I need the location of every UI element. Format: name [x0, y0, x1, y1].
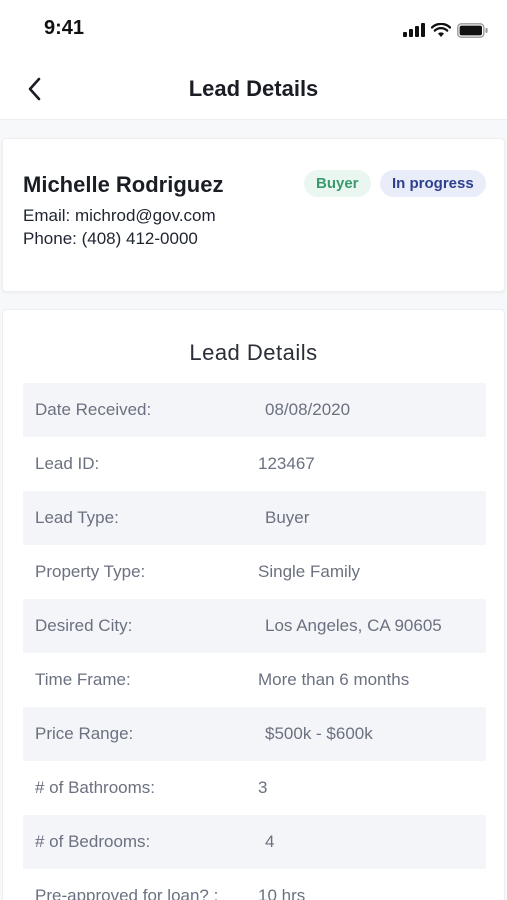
status-bar: 9:41 [0, 0, 507, 58]
detail-label: # of Bedrooms: [35, 832, 151, 851]
status-time: 9:41 [44, 17, 85, 39]
detail-label: Desired City: [35, 616, 133, 635]
lead-details-card: Lead Details Date Received: 08/08/2020 L… [2, 309, 505, 900]
detail-label: Lead ID: [35, 454, 100, 473]
lead-details-screen: 9:41 Lead Details Michelle Rodriguez Buy… [0, 0, 507, 900]
detail-row-lead-type: Lead Type: Buyer [23, 491, 486, 545]
status-icons [403, 20, 489, 40]
detail-label: Pre-approved for loan? : [35, 886, 219, 900]
detail-value: 10 hrs [258, 886, 306, 900]
detail-value: $500k - $600k [265, 724, 373, 743]
navigation-bar: Lead Details [0, 58, 507, 120]
detail-row-price-range: Price Range: $500k - $600k [23, 707, 486, 761]
page-title: Lead Details [188, 76, 319, 101]
detail-label: # of Bathrooms: [35, 778, 156, 797]
detail-value: Buyer [265, 508, 310, 527]
detail-label: Property Type: [35, 562, 146, 581]
detail-label: Lead Type: [35, 508, 119, 527]
detail-value: More than 6 months [258, 670, 410, 689]
wifi-icon [431, 22, 451, 38]
detail-row-bedrooms: # of Bedrooms: 4 [23, 815, 486, 869]
detail-value: Single Family [258, 562, 361, 581]
status-badge: In progress [380, 170, 486, 197]
battery-icon [457, 22, 489, 38]
detail-label: Price Range: [35, 724, 134, 743]
section-title: Lead Details [189, 340, 318, 365]
detail-row-bathrooms: # of Bathrooms: 3 [23, 761, 486, 815]
detail-value: Los Angeles, CA 90605 [265, 616, 442, 635]
detail-row-time-frame: Time Frame: More than 6 months [23, 653, 486, 707]
detail-row-property-type: Property Type: Single Family [23, 545, 486, 599]
contact-email[interactable]: Email: michrod@gov.com [23, 206, 216, 226]
contact-name: Michelle Rodriguez [23, 172, 224, 197]
detail-row-date-received: Date Received: 08/08/2020 [23, 383, 486, 437]
detail-value: 3 [258, 778, 268, 797]
contact-phone[interactable]: Phone: (408) 412-0000 [23, 229, 198, 249]
detail-rows: Date Received: 08/08/2020 Lead ID: 12346… [23, 383, 486, 900]
detail-label: Time Frame: [35, 670, 131, 689]
lead-type-badge: Buyer [304, 170, 371, 197]
detail-row-lead-id: Lead ID: 123467 [23, 437, 486, 491]
detail-value: 4 [265, 832, 275, 851]
contact-card: Michelle Rodriguez Buyer In progress Ema… [2, 138, 505, 292]
detail-row-pre-approved: Pre-approved for loan? : 10 hrs [23, 869, 486, 900]
detail-row-desired-city: Desired City: Los Angeles, CA 90605 [23, 599, 486, 653]
cellular-signal-icon [403, 23, 425, 37]
detail-value: 123467 [258, 454, 315, 473]
detail-label: Date Received: [35, 400, 152, 419]
detail-value: 08/08/2020 [265, 400, 351, 419]
